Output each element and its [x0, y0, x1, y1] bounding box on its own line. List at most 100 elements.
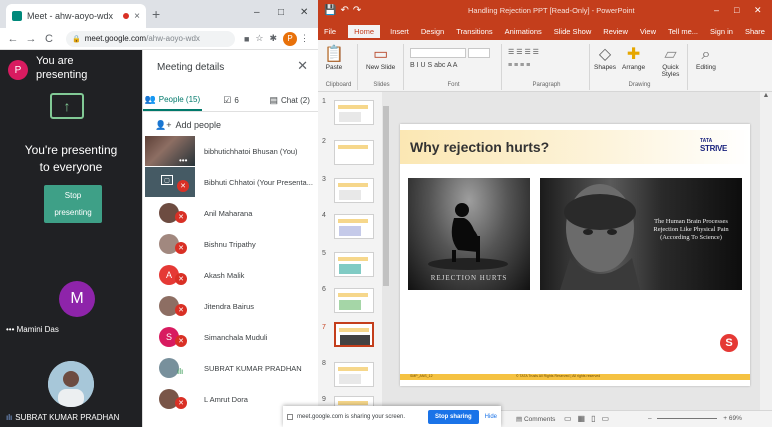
list-item[interactable]: ılı SUBRAT KUMAR PRADHAN: [143, 353, 318, 384]
list-item[interactable]: ••• bibhutichhatoi Bhusan (You): [143, 136, 318, 167]
chat-icon: ▤: [269, 95, 278, 105]
avatar: [159, 358, 179, 378]
ribbon-group-clipboard: 📋 Paste Clipboard: [320, 44, 358, 90]
tab-view[interactable]: View: [640, 27, 656, 36]
minimize-button[interactable]: –: [714, 5, 719, 15]
slide-footer: SMP_ANS_12 © TATA Trusts All Rights Rese…: [400, 374, 750, 380]
tab-animations[interactable]: Animations: [505, 27, 542, 36]
new-slide-button[interactable]: ▭ New Slide: [366, 46, 395, 71]
view-buttons[interactable]: ▭▦▯▭: [564, 414, 615, 423]
tab-people[interactable]: 👥 People (15): [143, 90, 202, 111]
participant-tile[interactable]: ılı SUBRAT KUMAR PRADHAN: [0, 355, 142, 427]
zoom-slider[interactable]: [657, 417, 718, 419]
slide-thumbnail[interactable]: [334, 140, 374, 165]
zoom-control[interactable]: – + 69%: [648, 415, 742, 422]
slide-thumbnail[interactable]: [334, 288, 374, 313]
slide-thumbnail[interactable]: [334, 214, 374, 239]
font-size-dropdown[interactable]: [468, 48, 490, 58]
camera-icon[interactable]: ■: [244, 34, 249, 44]
slide-thumbnail[interactable]: [334, 252, 374, 277]
thumbnail-scrollbar[interactable]: [382, 92, 390, 410]
slide-thumbnail[interactable]: [334, 178, 374, 203]
tab-close-icon[interactable]: ×: [134, 11, 140, 22]
address-bar[interactable]: 🔒 meet.google.com/ahw-aoyo-wdx: [66, 30, 235, 47]
add-people-button[interactable]: 👤+ Add people: [155, 120, 221, 131]
menu-icon[interactable]: ⋮: [300, 33, 309, 44]
tab-transitions[interactable]: Transitions: [456, 27, 492, 36]
extension-icon[interactable]: ✱: [269, 33, 277, 44]
quick-styles-button[interactable]: ▱ Quick Styles: [654, 46, 687, 78]
editing-button[interactable]: ⌕ Editing: [696, 46, 716, 71]
panel-tabs: 👥 People (15) ☑ 6 ▤ Chat (2): [143, 90, 318, 112]
tab-info[interactable]: ☑ 6: [202, 90, 261, 111]
tab-insert[interactable]: Insert: [390, 27, 409, 36]
tab-review[interactable]: Review: [603, 27, 628, 36]
tab-slide-show[interactable]: Slide Show: [554, 27, 592, 36]
more-options-icon[interactable]: •••: [179, 156, 187, 165]
maximize-button[interactable]: □: [278, 7, 284, 18]
list-item[interactable]: ✕ Jitendra Bairus: [143, 291, 318, 322]
list-item[interactable]: A ✕ Akash Malik: [143, 260, 318, 291]
mic-off-icon: ✕: [175, 273, 187, 285]
hide-button[interactable]: Hide: [485, 414, 497, 420]
participant-tile[interactable]: M ••• Mamini Das: [0, 275, 142, 355]
close-window-button[interactable]: ✕: [300, 7, 308, 18]
presenter-header: P You are presenting: [8, 54, 87, 82]
tab-chat[interactable]: ▤ Chat (2): [260, 90, 318, 111]
find-icon: ⌕: [701, 46, 711, 63]
close-panel-icon[interactable]: ✕: [297, 58, 308, 74]
paste-button[interactable]: 📋 Paste: [324, 46, 344, 71]
new-tab-button[interactable]: +: [152, 6, 160, 22]
meet-favicon-icon: [12, 11, 22, 21]
drag-handle-icon[interactable]: [287, 413, 293, 420]
star-icon[interactable]: ☆: [255, 33, 263, 44]
current-slide[interactable]: Why rejection hurts? TATA STRIVE REJECTI…: [400, 124, 750, 386]
slide-scrollbar[interactable]: ▲: [760, 92, 772, 410]
stop-presenting-button[interactable]: Stop presenting: [44, 185, 102, 223]
tab-file[interactable]: File: [324, 27, 336, 36]
forward-icon[interactable]: →: [24, 33, 38, 45]
maximize-button[interactable]: □: [734, 5, 739, 15]
close-window-button[interactable]: ✕: [754, 5, 762, 16]
list-item[interactable]: ✕ Anil Maharana: [143, 198, 318, 229]
tab-people-label: People (15): [158, 95, 201, 104]
quick-access-icons[interactable]: 💾↶↷: [324, 5, 365, 16]
slide-number: 4: [322, 212, 326, 219]
comments-button[interactable]: ▤ Comments: [516, 415, 555, 423]
font-format-buttons[interactable]: B I U S abc A A: [410, 62, 457, 69]
arrange-icon: ✚: [626, 46, 641, 63]
tell-me-search[interactable]: Tell me...: [668, 27, 698, 36]
slide-canvas: Why rejection hurts? TATA STRIVE REJECTI…: [390, 92, 760, 410]
share-button[interactable]: Share: [745, 27, 765, 36]
slide-thumbnail[interactable]: [334, 100, 374, 125]
slide-thumbnail-selected[interactable]: [334, 322, 374, 347]
arrange-button[interactable]: ✚ Arrange: [622, 46, 645, 71]
participant-name: Simanchala Muduli: [204, 333, 268, 342]
sign-in-link[interactable]: Sign in: [710, 27, 733, 36]
more-options-icon[interactable]: •••: [6, 325, 14, 334]
reload-icon[interactable]: C: [42, 33, 56, 45]
tab-design[interactable]: Design: [421, 27, 444, 36]
list-item[interactable]: ✕ Bishnu Tripathy: [143, 229, 318, 260]
profile-avatar[interactable]: P: [283, 31, 297, 46]
minimize-button[interactable]: –: [254, 7, 260, 18]
list-item[interactable]: ▢ ✕ Bibhuti Chhatoi (Your Presenta...: [143, 167, 318, 198]
shapes-button[interactable]: ◇ Shapes: [594, 46, 616, 71]
group-label: Paragraph: [532, 82, 561, 88]
browser-tab[interactable]: Meet - ahw-aoyo-wdx ×: [6, 4, 146, 28]
list-item[interactable]: S ✕ Simanchala Muduli: [143, 322, 318, 353]
participant-tile-name: Mamini Das: [16, 325, 59, 334]
stop-sharing-button[interactable]: Stop sharing: [427, 409, 479, 424]
font-name-dropdown[interactable]: [410, 48, 466, 58]
back-icon[interactable]: ←: [6, 33, 20, 45]
tab-home[interactable]: Home: [348, 24, 381, 38]
audio-level-icon: ılı: [177, 367, 184, 376]
panel-title: Meeting details: [157, 62, 225, 73]
bullets-buttons[interactable]: ☰ ☰ ☰ ☰: [508, 48, 539, 56]
alignment-buttons[interactable]: ≡ ≡ ≡ ≡: [508, 62, 530, 69]
slide-thumbnail[interactable]: [334, 362, 374, 387]
slide-number: 5: [322, 250, 326, 257]
comments-label: Comments: [523, 416, 556, 423]
presenting-message-line1: You're presenting: [24, 143, 118, 157]
slide-number: 7: [322, 324, 326, 331]
